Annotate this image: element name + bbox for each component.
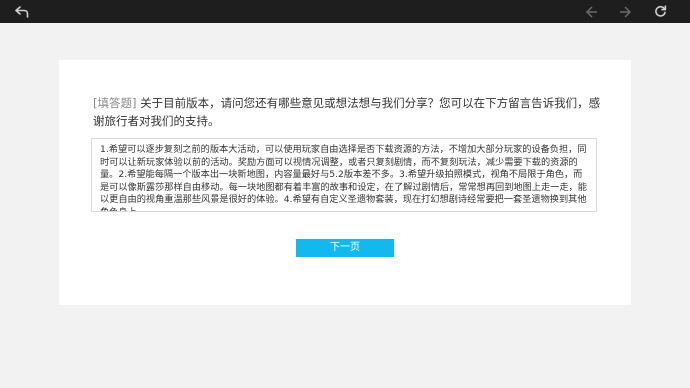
navigate-previous-icon: [585, 5, 597, 18]
question-text: [填答题] 关于目前版本，请问您还有哪些意见或想法想与我们分享？您可以在下方留言…: [93, 94, 603, 130]
top-toolbar: [0, 0, 690, 23]
reload-button[interactable]: [648, 0, 672, 23]
survey-card: [填答题] 关于目前版本，请问您还有哪些意见或想法想与我们分享？您可以在下方留言…: [59, 60, 631, 305]
question-body: 关于目前版本，请问您还有哪些意见或想法想与我们分享？您可以在下方留言告诉我们，感…: [93, 96, 601, 128]
back-button[interactable]: [10, 0, 34, 23]
navigate-next-icon: [620, 5, 632, 18]
navigate-previous-button[interactable]: [580, 0, 604, 23]
next-page-button[interactable]: 下一页: [296, 239, 394, 257]
question-type-tag: [填答题]: [93, 96, 137, 110]
reload-icon: [654, 5, 666, 17]
navigate-next-button[interactable]: [613, 0, 637, 23]
answer-textarea[interactable]: 1.希望可以逐步复刻之前的版本大活动，可以使用玩家自由选择是否下载资源的方法，不…: [91, 138, 597, 212]
back-arrow-icon: [15, 5, 29, 18]
